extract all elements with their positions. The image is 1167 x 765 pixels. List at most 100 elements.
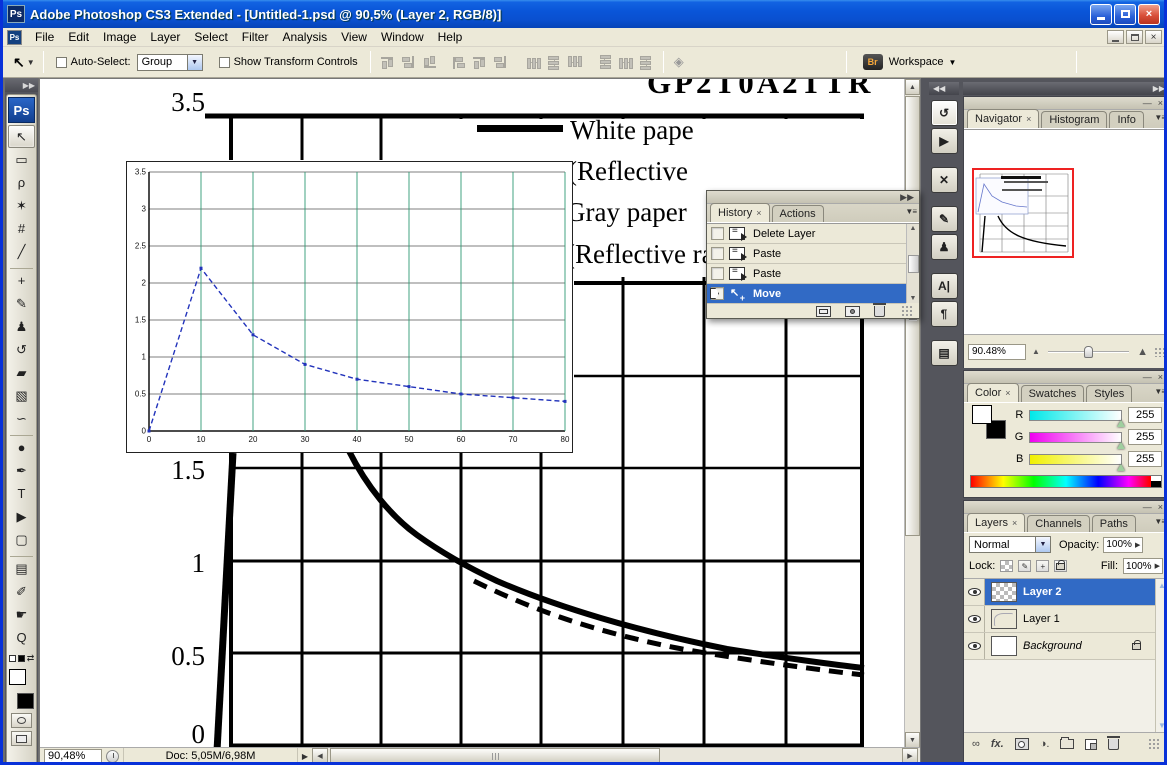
document-canvas[interactable]: 3.5 1.5 1 0.5 0 GP2T0A2TTR White pape (R… (40, 79, 905, 748)
link-layers-icon[interactable]: ∞ (972, 738, 980, 750)
tab-swatches[interactable]: Swatches (1021, 385, 1085, 402)
palette-dock-collapse-header[interactable]: ▶▶ (963, 82, 1167, 95)
menu-item[interactable]: Filter (235, 29, 276, 45)
tab-layers[interactable]: Layers× (967, 513, 1025, 532)
fill-field[interactable]: 100% ▶ (1123, 558, 1163, 574)
history-item-delete-layer[interactable]: Delete Layer (707, 224, 906, 244)
align-left-edges-button[interactable] (451, 54, 466, 71)
crop-tool[interactable]: # (8, 217, 35, 240)
resize-grip[interactable] (1148, 738, 1160, 750)
marquee-tool[interactable]: ▭ (8, 148, 35, 171)
layer-thumbnail[interactable] (991, 636, 1017, 656)
panel-close-icon[interactable]: × (1158, 99, 1163, 108)
history-brush-tool[interactable]: ↺ (8, 338, 35, 361)
channel-slider[interactable] (1029, 454, 1122, 465)
panel-menu-icon[interactable]: ▼≡ (1154, 387, 1165, 396)
spinner-arrow-icon[interactable]: ▶ (1155, 562, 1160, 570)
panel-menu-icon[interactable]: ▼≡ (1154, 517, 1165, 526)
lock-pixels-icon[interactable]: ✎ (1018, 560, 1031, 572)
delete-layer-icon[interactable] (1108, 739, 1119, 750)
menu-item[interactable]: Window (374, 29, 431, 45)
lock-transparency-icon[interactable] (1000, 560, 1013, 572)
zoom-in-icon[interactable]: ▲ (1137, 346, 1148, 358)
foreground-color-swatch[interactable] (972, 405, 992, 424)
spinner-arrow-icon[interactable]: ▶ (1135, 541, 1140, 549)
menu-item[interactable]: View (334, 29, 374, 45)
menu-item[interactable]: Edit (61, 29, 96, 45)
auto-select-dropdown[interactable]: Group ▼ (137, 54, 203, 71)
zoom-level-field[interactable]: 90,48% (44, 749, 102, 764)
panel-minimize-icon[interactable]: — (1143, 99, 1152, 108)
down-arrow-icon[interactable]: ▼ (910, 295, 917, 302)
menu-item[interactable]: Analysis (275, 29, 334, 45)
pen-tool[interactable]: ✒ (8, 459, 35, 482)
history-scrollbar[interactable]: ▲ ▼ (906, 224, 919, 303)
align-top-edges-button[interactable] (379, 55, 396, 70)
channel-slider[interactable] (1029, 410, 1122, 421)
distribute-top-edges-button[interactable] (525, 55, 542, 70)
panel-menu-icon[interactable]: ▼≡ (905, 207, 916, 216)
resize-grip[interactable] (1154, 347, 1164, 357)
lasso-tool[interactable]: ρ (8, 171, 35, 194)
tab-paths[interactable]: Paths (1092, 515, 1136, 532)
dodge-tool[interactable]: ● (8, 436, 35, 459)
history-scroll-thumb[interactable] (908, 255, 919, 273)
tab-info[interactable]: Info (1109, 111, 1143, 128)
new-group-icon[interactable] (1060, 739, 1074, 749)
screen-mode-button[interactable] (11, 731, 32, 746)
menu-item[interactable]: Select (187, 29, 234, 45)
close-button[interactable]: × (1138, 4, 1160, 25)
align-horizontal-centers-button[interactable] (471, 55, 488, 70)
channel-value-field[interactable]: 255 (1128, 429, 1162, 445)
pasted-chart-layer[interactable]: 00.511.522.533.501020304050607080 (126, 161, 573, 453)
scroll-down-button[interactable]: ▼ (905, 732, 920, 748)
paragraph-panel-button[interactable]: ¶ (931, 301, 958, 327)
tab-color[interactable]: Color× (967, 383, 1019, 402)
navigator-zoom-slider[interactable] (1046, 345, 1131, 359)
maximize-button[interactable] (1114, 4, 1136, 25)
down-arrow-icon[interactable]: ▼ (1158, 721, 1166, 730)
opacity-field[interactable]: 100% ▶ (1103, 537, 1143, 553)
new-layer-icon[interactable] (1085, 739, 1097, 750)
slider-knob[interactable] (1084, 346, 1093, 358)
distribute-right-edges-button[interactable] (639, 54, 654, 71)
show-transform-checkbox[interactable] (219, 57, 230, 68)
distribute-left-edges-button[interactable] (597, 54, 612, 71)
delete-state-icon[interactable] (874, 306, 885, 317)
bridge-button[interactable]: Br (863, 54, 883, 70)
panel-close-icon[interactable]: × (1158, 373, 1163, 382)
notes-tool[interactable]: ▤ (8, 557, 35, 580)
history-item-paste-2[interactable]: Paste (707, 264, 906, 284)
menu-item[interactable]: Image (96, 29, 143, 45)
visibility-toggle[interactable] (964, 606, 985, 632)
toolbox-collapse-header[interactable]: ▶▶ (5, 78, 38, 92)
hand-tool[interactable]: ☛ (8, 603, 35, 626)
history-panel-button[interactable]: ↺ (931, 100, 958, 126)
distribute-bottom-edges-button[interactable] (567, 55, 584, 70)
tab-histogram[interactable]: Histogram (1041, 111, 1107, 128)
icon-dock-collapse-header[interactable]: ◀◀ (929, 82, 959, 95)
brushes-panel-button[interactable]: ✎ (931, 206, 958, 232)
history-source-checkbox[interactable] (711, 267, 724, 280)
slider-triangle-icon[interactable] (1117, 420, 1125, 427)
slider-triangle-icon[interactable] (1117, 442, 1125, 449)
layer-row-background[interactable]: Background (964, 633, 1155, 660)
vertical-scrollbar[interactable]: ▲ ▼ (904, 79, 920, 748)
resize-grip[interactable] (901, 305, 913, 317)
tool-presets-button[interactable]: ✕ (931, 167, 958, 193)
up-arrow-icon[interactable]: ▲ (910, 225, 917, 232)
tab-history[interactable]: History× (710, 203, 770, 222)
new-snapshot-icon[interactable] (845, 306, 860, 317)
tab-channels[interactable]: Channels (1027, 515, 1089, 532)
visibility-toggle[interactable] (964, 633, 985, 659)
smudge-tool[interactable]: ∽ (8, 407, 35, 430)
visibility-toggle[interactable] (964, 579, 985, 605)
channel-slider[interactable] (1029, 432, 1122, 443)
layer-thumbnail[interactable] (991, 582, 1017, 602)
tab-navigator[interactable]: Navigator× (967, 109, 1039, 128)
tab-styles[interactable]: Styles (1086, 385, 1132, 402)
doc-restore-button[interactable] (1126, 30, 1143, 44)
distribute-horizontal-centers-button[interactable] (617, 55, 634, 70)
foreground-background-swatches[interactable] (8, 668, 35, 710)
adjustment-layer-icon[interactable]: ◑. (1040, 738, 1050, 750)
